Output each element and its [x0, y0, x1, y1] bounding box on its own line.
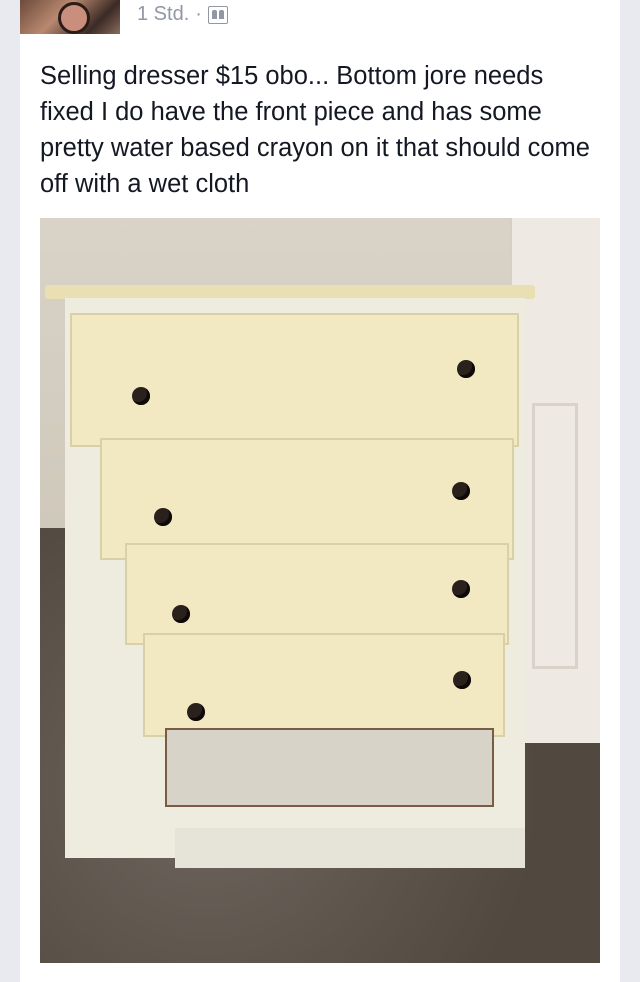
knob [453, 671, 471, 689]
knob [452, 482, 470, 500]
knob [172, 605, 190, 623]
drawer-2 [100, 438, 514, 560]
avatar-face [58, 2, 90, 34]
post-header: 1 Std. · [20, 0, 600, 34]
knob [452, 580, 470, 598]
dresser [45, 285, 535, 868]
meta-separator: · [195, 3, 202, 25]
post-timestamp[interactable]: 1 Std. [137, 3, 189, 26]
dresser-photo[interactable] [40, 218, 600, 963]
avatar[interactable] [20, 0, 120, 34]
dresser-base [175, 828, 525, 868]
post-text: Selling dresser $15 obo... Bottom jore n… [40, 62, 590, 198]
dresser-top [45, 285, 535, 299]
drawer-3 [125, 543, 509, 645]
knob [132, 387, 150, 405]
knob [154, 508, 172, 526]
friends-icon[interactable] [207, 5, 228, 24]
drawer-1 [70, 313, 519, 447]
missing-drawer-opening [165, 728, 494, 807]
post-meta: 1 Std. · [137, 3, 228, 26]
knob [187, 703, 205, 721]
door-panel [532, 403, 578, 669]
drawer-4 [143, 633, 505, 737]
knob [457, 360, 475, 378]
